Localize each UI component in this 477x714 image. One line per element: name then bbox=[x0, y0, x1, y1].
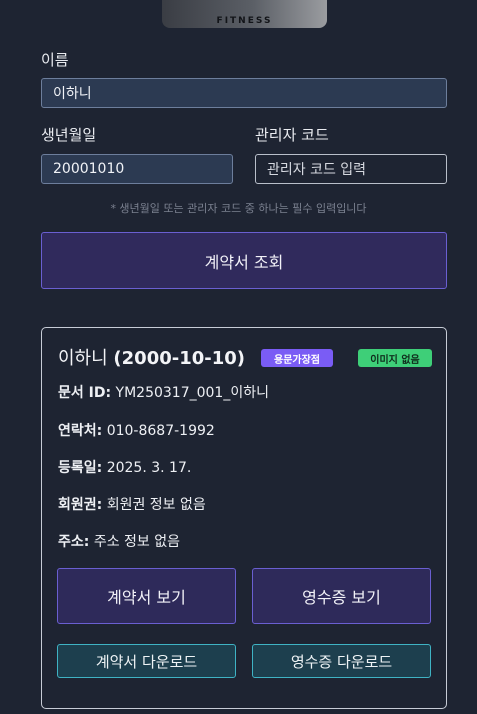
admin-code-label: 관리자 코드 bbox=[255, 126, 329, 144]
store-badge: 용문가장점 bbox=[261, 349, 333, 367]
download-contract-button[interactable]: 계약서 다운로드 bbox=[57, 644, 236, 678]
doc-id-row: 문서 ID: YM250317_001_이하니 bbox=[58, 382, 269, 402]
reg-date-label: 등록일: bbox=[58, 460, 103, 476]
name-label: 이름 bbox=[41, 51, 69, 69]
member-title: 이하니 (2000-10-10) bbox=[58, 344, 245, 370]
contract-result-card: 이하니 (2000-10-10) 용문가장점 이미지 없음 문서 ID: YM2… bbox=[41, 327, 447, 709]
address-row: 주소: 주소 정보 없음 bbox=[58, 531, 180, 551]
reg-date-row: 등록일: 2025. 3. 17. bbox=[58, 457, 191, 477]
contact-label: 연락처: bbox=[58, 423, 103, 439]
member-birth: (2000-10-10) bbox=[113, 348, 246, 369]
membership-value: 회원권 정보 없음 bbox=[106, 497, 206, 513]
address-label: 주소: bbox=[58, 534, 90, 550]
membership-label: 회원권: bbox=[58, 497, 103, 513]
view-receipt-button[interactable]: 영수증 보기 bbox=[252, 568, 431, 624]
name-input[interactable]: 이하니 bbox=[41, 78, 447, 108]
contract-lookup-button[interactable]: 계약서 조회 bbox=[41, 232, 447, 289]
membership-row: 회원권: 회원권 정보 없음 bbox=[58, 494, 206, 514]
image-status-badge: 이미지 없음 bbox=[358, 349, 432, 367]
birth-input[interactable]: 20001010 bbox=[41, 154, 233, 184]
address-value: 주소 정보 없음 bbox=[93, 534, 180, 550]
member-name: 이하니 bbox=[58, 348, 108, 369]
doc-id-label: 문서 ID: bbox=[58, 385, 112, 401]
required-hint: * 생년월일 또는 관리자 코드 중 하나는 필수 입력입니다 bbox=[110, 202, 367, 215]
brand-logo: FITNESS bbox=[162, 0, 327, 28]
contact-value: 010-8687-1992 bbox=[106, 423, 215, 439]
download-receipt-button[interactable]: 영수증 다운로드 bbox=[252, 644, 431, 678]
doc-id-value: YM250317_001_이하니 bbox=[115, 385, 269, 401]
admin-code-input[interactable]: 관리자 코드 입력 bbox=[255, 154, 447, 184]
contact-row: 연락처: 010-8687-1992 bbox=[58, 420, 215, 440]
logo-text: FITNESS bbox=[216, 16, 273, 26]
reg-date-value: 2025. 3. 17. bbox=[106, 460, 192, 476]
birth-label: 생년월일 bbox=[41, 126, 97, 144]
view-contract-button[interactable]: 계약서 보기 bbox=[57, 568, 236, 624]
